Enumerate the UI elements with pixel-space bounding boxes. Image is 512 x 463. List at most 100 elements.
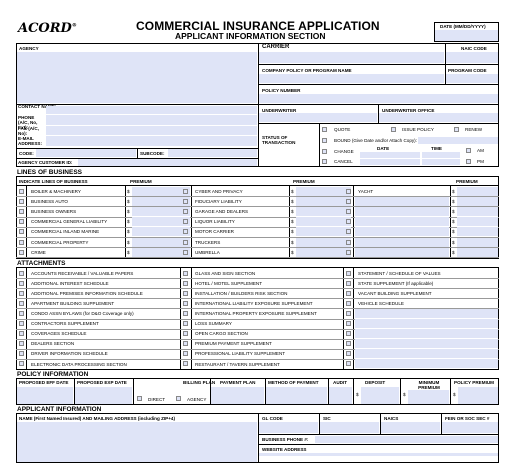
fax-field[interactable] [46, 126, 257, 135]
attachment-checkbox-col3-9[interactable] [346, 361, 351, 367]
attachment-checkbox-col1-2[interactable] [19, 290, 24, 296]
naics-field[interactable] [381, 422, 440, 433]
lob-checkbox-col3-5[interactable] [346, 239, 351, 245]
sic-field[interactable] [320, 422, 379, 433]
lob-premium-field-col2-5[interactable] [296, 237, 351, 247]
pm-checkbox[interactable] [466, 159, 471, 164]
policy-premium-field[interactable] [458, 387, 498, 404]
lob-other-field-col3-3[interactable] [355, 217, 449, 227]
agency-field[interactable] [17, 52, 257, 103]
lob-checkbox-col2-5[interactable] [183, 239, 188, 245]
change-checkbox[interactable] [322, 149, 327, 154]
lob-premium-field-col3-4[interactable] [457, 227, 498, 237]
lob-premium-field-col3-6[interactable] [457, 247, 498, 257]
attachment-checkbox-col3-6[interactable] [346, 331, 351, 337]
payment-plan-field[interactable] [211, 387, 264, 404]
cancel-date-field[interactable] [360, 159, 420, 165]
attachment-checkbox-col2-6[interactable] [183, 331, 188, 337]
company-policy-field[interactable] [259, 74, 444, 83]
attachment-checkbox-col2-7[interactable] [183, 341, 188, 347]
deposit-field[interactable] [361, 387, 399, 404]
business-phone-field[interactable] [315, 436, 498, 443]
change-date-field[interactable] [360, 152, 420, 158]
code-field[interactable] [36, 149, 136, 157]
bound-checkbox[interactable] [322, 138, 327, 143]
minimum-field[interactable] [408, 390, 449, 404]
attachment-other-field-col3-6[interactable] [355, 329, 498, 339]
lob-checkbox-col2-3[interactable] [183, 219, 188, 225]
attachment-checkbox-col2-1[interactable] [183, 280, 188, 286]
underwriter-office-field[interactable] [379, 113, 498, 122]
date-field[interactable] [435, 30, 498, 41]
agency-bill-checkbox[interactable] [176, 396, 181, 401]
attachment-other-field-col3-9[interactable] [355, 359, 498, 369]
program-code-field[interactable] [446, 74, 498, 83]
attachment-checkbox-col2-8[interactable] [183, 351, 188, 357]
lob-checkbox-col2-2[interactable] [183, 208, 188, 214]
attachment-checkbox-col3-7[interactable] [346, 341, 351, 347]
attachment-checkbox-col1-9[interactable] [19, 361, 24, 367]
quote-checkbox[interactable] [322, 127, 327, 132]
lob-premium-field-col1-5[interactable] [132, 237, 190, 247]
lob-checkbox-col3-2[interactable] [346, 208, 351, 214]
attachment-other-field-col3-4[interactable] [355, 308, 498, 318]
lob-premium-field-col1-1[interactable] [132, 196, 190, 206]
attachment-checkbox-col1-0[interactable] [19, 270, 24, 276]
lob-premium-field-col2-1[interactable] [296, 196, 351, 206]
bound-date-field[interactable] [418, 137, 498, 144]
lob-checkbox-col3-6[interactable] [346, 249, 351, 255]
lob-premium-field-col2-0[interactable] [296, 186, 351, 196]
lob-checkbox-col2-0[interactable] [183, 188, 188, 194]
exp-date-field[interactable] [75, 387, 132, 404]
lob-checkbox-col2-1[interactable] [183, 198, 188, 204]
renew-checkbox[interactable] [454, 127, 459, 132]
lob-premium-field-col1-4[interactable] [132, 227, 190, 237]
lob-premium-field-col3-1[interactable] [457, 196, 498, 206]
attachment-checkbox-col3-4[interactable] [346, 310, 351, 316]
lob-premium-field-col1-3[interactable] [132, 217, 190, 227]
attachment-checkbox-col2-4[interactable] [183, 310, 188, 316]
attachment-checkbox-col1-7[interactable] [19, 341, 24, 347]
lob-other-field-col3-6[interactable] [355, 247, 449, 257]
attachment-checkbox-col1-4[interactable] [19, 310, 24, 316]
attachment-checkbox-col2-3[interactable] [183, 300, 188, 306]
lob-premium-field-col2-3[interactable] [296, 217, 351, 227]
applicant-name-field[interactable] [17, 422, 257, 462]
lob-other-field-col3-1[interactable] [355, 196, 449, 206]
policy-number-field[interactable] [259, 94, 498, 103]
attachment-other-field-col3-8[interactable] [355, 349, 498, 359]
lob-checkbox-col1-4[interactable] [19, 229, 24, 235]
attachment-checkbox-col3-0[interactable] [346, 270, 351, 276]
cancel-time-field[interactable] [422, 159, 460, 165]
cancel-checkbox[interactable] [322, 159, 327, 164]
lob-checkbox-col3-0[interactable] [346, 188, 351, 194]
email-field[interactable] [46, 136, 257, 146]
phone-field[interactable] [46, 115, 257, 125]
customer-id-field[interactable] [78, 159, 257, 166]
attachment-checkbox-col1-6[interactable] [19, 331, 24, 337]
attachment-other-field-col3-5[interactable] [355, 319, 498, 329]
lob-premium-field-col2-4[interactable] [296, 227, 351, 237]
attachment-checkbox-col1-8[interactable] [19, 351, 24, 357]
attachment-checkbox-col1-5[interactable] [19, 321, 24, 326]
lob-checkbox-col1-5[interactable] [19, 239, 24, 245]
lob-premium-field-col2-2[interactable] [296, 206, 351, 217]
attachment-checkbox-col3-3[interactable] [346, 300, 351, 306]
lob-other-field-col3-2[interactable] [355, 206, 449, 217]
lob-premium-field-col1-6[interactable] [132, 247, 190, 257]
gl-code-field[interactable] [259, 422, 318, 433]
change-time-field[interactable] [422, 152, 460, 158]
fein-field[interactable] [442, 422, 498, 433]
lob-premium-field-col3-2[interactable] [457, 206, 498, 217]
lob-premium-field-col1-2[interactable] [132, 206, 190, 217]
lob-checkbox-col3-4[interactable] [346, 229, 351, 235]
lob-premium-field-col2-6[interactable] [296, 247, 351, 257]
lob-checkbox-col1-6[interactable] [19, 249, 24, 255]
eff-date-field[interactable] [17, 387, 73, 404]
naic-field[interactable] [446, 52, 498, 63]
lob-premium-field-col1-0[interactable] [132, 186, 190, 196]
am-checkbox[interactable] [466, 148, 471, 153]
contact-name-field[interactable] [46, 106, 257, 114]
attachment-checkbox-col3-2[interactable] [346, 290, 351, 296]
attachment-checkbox-col3-8[interactable] [346, 351, 351, 357]
